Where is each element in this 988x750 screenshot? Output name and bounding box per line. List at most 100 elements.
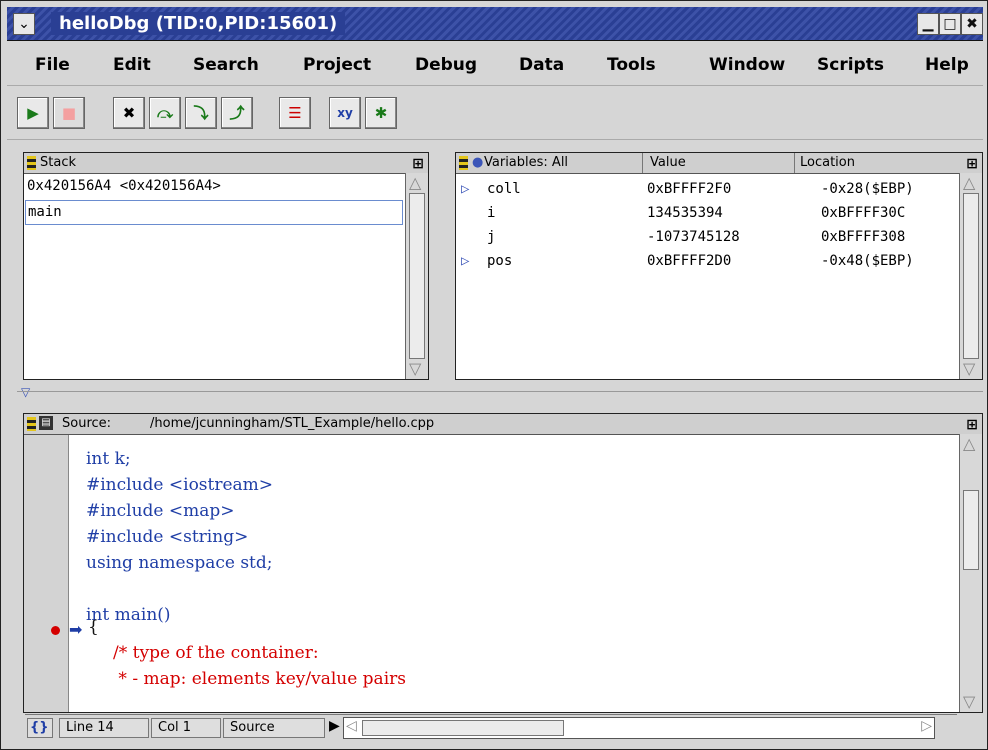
maximize-pane-icon[interactable]: ⊞ — [966, 154, 978, 174]
variable-row[interactable]: j -1073745128 0xBFFFF308 — [457, 225, 958, 249]
menu-help[interactable]: Help — [925, 55, 969, 75]
stack-scrollbar[interactable]: △ ▽ — [405, 173, 428, 379]
list-icon[interactable]: ☰ — [279, 97, 311, 129]
stack-frame-selected[interactable]: main — [25, 200, 403, 225]
minimize-icon[interactable]: ▁ — [917, 13, 939, 35]
source-scrollbar[interactable]: △ ▽ — [959, 434, 982, 712]
window-title: helloDbg (TID:0,PID:15601) — [51, 12, 346, 35]
expand-triangle-icon[interactable]: ▷ — [461, 249, 469, 273]
scroll-thumb[interactable] — [963, 193, 979, 359]
scroll-down-icon[interactable]: ▽ — [963, 694, 975, 710]
variables-pane: ● Variables: All Value Location ⊞ ▷ coll… — [455, 152, 983, 380]
splitter-toggle-icon[interactable]: ▽ — [21, 385, 30, 399]
drag-handle-icon[interactable] — [459, 156, 468, 170]
step-over-icon[interactable]: ⤼ — [149, 97, 181, 129]
variable-name: i — [487, 205, 496, 221]
variable-value[interactable]: 0xBFFFF2F0 — [647, 177, 731, 201]
menu-data[interactable]: Data — [519, 55, 564, 75]
scroll-thumb[interactable] — [409, 193, 425, 359]
stack-pane: Stack ⊞ 0x420156A4 <0x420156A4> main △ ▽ — [23, 152, 429, 380]
xy-plot-icon[interactable]: xy — [329, 97, 361, 129]
toolbar: ▶ ■ ✖ ⤼ ⤵ ⤴ ☰ xy ✱ — [7, 89, 983, 140]
breakpoint-icon[interactable] — [51, 626, 60, 635]
stack-frame[interactable]: 0x420156A4 <0x420156A4> — [25, 175, 403, 198]
variables-title[interactable]: Variables: All — [484, 153, 568, 173]
chevron-down-icon[interactable]: ⌄ — [13, 13, 35, 35]
horizontal-scrollbar[interactable]: ◁ ▷ — [343, 717, 935, 739]
code-line-current: { — [88, 617, 99, 637]
code-line: #include <string> — [86, 527, 249, 547]
menu-window[interactable]: Window — [709, 55, 785, 75]
scroll-left-icon[interactable]: ◁ — [346, 718, 357, 734]
kill-icon[interactable]: ✖ — [113, 97, 145, 129]
current-line-arrow-icon: ➡ — [69, 620, 83, 639]
drag-handle-icon[interactable] — [27, 156, 36, 170]
variable-value[interactable]: 0xBFFFF2D0 — [647, 249, 731, 273]
column-divider[interactable] — [642, 153, 643, 173]
variable-name: coll — [487, 181, 521, 197]
line-gutter[interactable] — [24, 435, 69, 712]
variable-location: -0x48($EBP) — [821, 253, 914, 269]
column-value[interactable]: Value — [650, 153, 686, 173]
variable-row[interactable]: ▷ coll 0xBFFFF2F0 -0x28($EBP) — [457, 177, 958, 201]
stack-header: Stack ⊞ — [24, 153, 428, 174]
variable-value[interactable]: -1073745128 — [647, 225, 740, 249]
line-indicator[interactable]: Line 14 — [59, 718, 149, 738]
mode-selector[interactable]: Source — [223, 718, 325, 738]
expand-triangle-icon[interactable]: ▷ — [461, 177, 469, 201]
menu-project[interactable]: Project — [303, 55, 371, 75]
source-header: ▤ Source: /home/jcunningham/STL_Example/… — [24, 414, 982, 435]
menu-tools[interactable]: Tools — [607, 55, 656, 75]
variable-row[interactable]: i 134535394 0xBFFFF30C — [457, 201, 958, 225]
maximize-pane-icon[interactable]: ⊞ — [412, 154, 424, 174]
column-indicator[interactable]: Col 1 — [151, 718, 221, 738]
step-out-icon[interactable]: ⤴ — [221, 97, 253, 129]
source-label: Source: — [62, 416, 112, 431]
debugger-window: ⌄ helloDbg (TID:0,PID:15601) ▁ □ ✖ File … — [0, 0, 988, 750]
variable-row[interactable]: ▷ pos 0xBFFFF2D0 -0x48($EBP) — [457, 249, 958, 273]
code-comment-line: * - map: elements key/value pairs — [86, 669, 406, 689]
scroll-right-icon[interactable]: ▷ — [921, 718, 932, 734]
close-icon[interactable]: ✖ — [961, 13, 983, 35]
menu-debug[interactable]: Debug — [415, 55, 477, 75]
code-line: int k; — [86, 449, 131, 469]
maximize-icon[interactable]: □ — [939, 13, 961, 35]
step-into-icon[interactable]: ⤵ — [185, 97, 217, 129]
maximize-pane-icon[interactable]: ⊞ — [966, 415, 978, 435]
variable-location: -0x28($EBP) — [821, 181, 914, 197]
menu-search[interactable]: Search — [193, 55, 259, 75]
menu-scripts[interactable]: Scripts — [817, 55, 884, 75]
source-pane: ▤ Source: /home/jcunningham/STL_Example/… — [23, 413, 983, 713]
scroll-up-icon[interactable]: △ — [963, 175, 975, 191]
scroll-up-icon[interactable]: △ — [409, 175, 421, 191]
code-line: #include <map> — [86, 501, 235, 521]
stop-icon[interactable]: ■ — [53, 97, 85, 129]
variables-filter-icon[interactable]: ● — [472, 153, 483, 173]
stack-title: Stack — [40, 155, 76, 170]
hscroll-thumb[interactable] — [362, 720, 564, 736]
code-line: using namespace std; — [86, 553, 273, 573]
pane-splitter[interactable] — [17, 391, 983, 392]
menu-file[interactable]: File — [35, 55, 70, 75]
title-bar[interactable]: ⌄ helloDbg (TID:0,PID:15601) ▁ □ ✖ — [7, 7, 983, 41]
source-path: /home/jcunningham/STL_Example/hello.cpp — [150, 416, 435, 431]
drag-handle-icon[interactable] — [27, 417, 36, 431]
variable-location: 0xBFFFF308 — [821, 229, 906, 245]
variable-value[interactable]: 134535394 — [647, 201, 723, 225]
mode-dropdown-icon[interactable]: ▶ — [329, 718, 340, 734]
variable-name: pos — [487, 253, 513, 269]
scroll-down-icon[interactable]: ▽ — [409, 361, 421, 377]
bug-icon[interactable]: ✱ — [365, 97, 397, 129]
status-bar: {} Line 14 Col 1 Source ▶ ◁ ▷ — [25, 714, 957, 740]
file-menu-icon[interactable]: ▤ — [39, 416, 53, 430]
variables-header: ● Variables: All Value Location ⊞ — [456, 153, 982, 174]
column-divider[interactable] — [794, 153, 795, 173]
scroll-up-icon[interactable]: △ — [963, 436, 975, 452]
brace-match-icon[interactable]: {} — [27, 718, 53, 738]
scroll-down-icon[interactable]: ▽ — [963, 361, 975, 377]
scroll-thumb[interactable] — [963, 490, 979, 570]
variables-scrollbar[interactable]: △ ▽ — [959, 173, 982, 379]
run-icon[interactable]: ▶ — [17, 97, 49, 129]
column-location[interactable]: Location — [800, 153, 855, 173]
menu-edit[interactable]: Edit — [113, 55, 151, 75]
